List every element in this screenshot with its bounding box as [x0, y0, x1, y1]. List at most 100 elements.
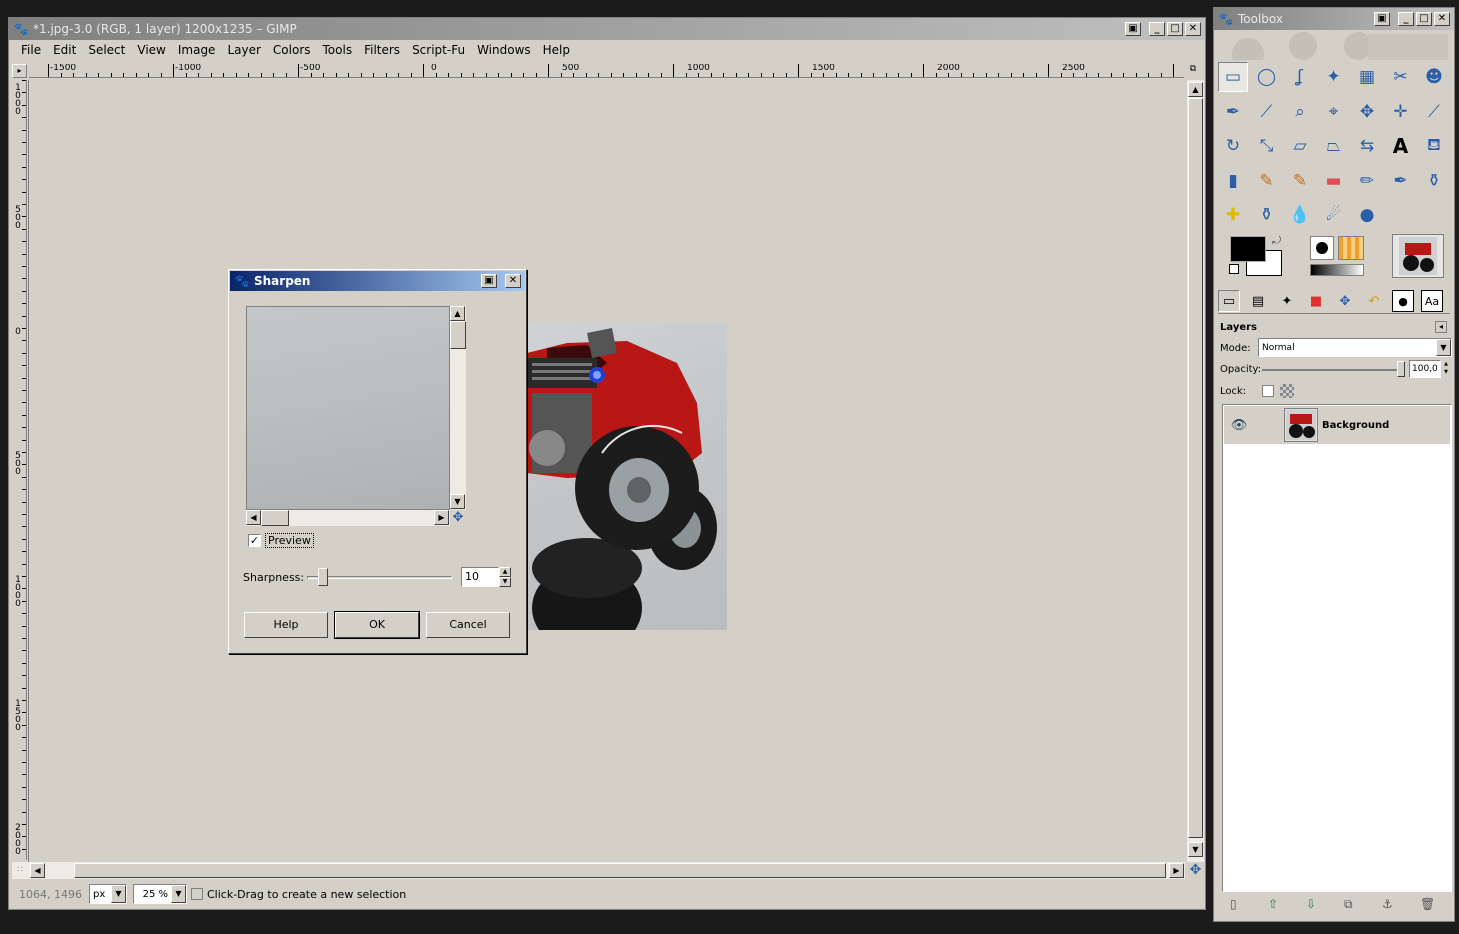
close-button[interactable]: ✕ [1434, 12, 1450, 26]
flip-icon[interactable]: ⇆ [1352, 131, 1382, 161]
bucket-fill-icon[interactable]: ⛾ [1419, 131, 1449, 161]
window-menu-button[interactable]: ▣ [1374, 12, 1390, 26]
sharpness-spinbutton[interactable]: 10 ▲ ▼ [461, 567, 511, 587]
scroll-right-button[interactable]: ▶ [1169, 863, 1184, 878]
help-button[interactable]: Help [244, 612, 328, 638]
perspective-clone-icon[interactable]: ⚱ [1252, 200, 1282, 230]
scroll-down-button[interactable]: ▼ [450, 494, 465, 509]
ellipse-select-icon[interactable]: ◯ [1252, 62, 1282, 92]
quick-mask-toggle[interactable]: ⧉ [1185, 64, 1201, 78]
color-select-icon[interactable]: ▦ [1352, 62, 1382, 92]
horizontal-scrollbar[interactable]: ∷ ◀ ▶ [12, 862, 1185, 879]
free-select-icon[interactable]: ʆ [1285, 62, 1315, 92]
move-icon[interactable]: ✥ [1352, 97, 1382, 127]
eye-icon[interactable]: 👁 [1224, 418, 1254, 433]
horizontal-ruler[interactable]: -1500 -1000 -500 0 500 1000 1500 2000 25… [29, 64, 1184, 78]
menu-layer[interactable]: Layer [221, 43, 266, 57]
foreground-select-icon[interactable]: ☻ [1419, 62, 1449, 92]
duplicate-layer-icon[interactable]: ⧉ [1344, 897, 1353, 912]
menu-file[interactable]: File [15, 43, 47, 57]
menu-colors[interactable]: Colors [267, 43, 317, 57]
spin-up-icon[interactable]: ▲ [499, 567, 511, 577]
zoom-selector[interactable]: 25 % ▼ [133, 884, 187, 904]
preview-vscroll-thumb[interactable] [450, 321, 466, 349]
histogram-tab-icon[interactable]: ✥ [1334, 290, 1356, 312]
delete-layer-icon[interactable]: 🗑 [1420, 897, 1435, 911]
active-brush-preview[interactable] [1310, 236, 1334, 260]
spin-down-icon[interactable]: ▼ [499, 577, 511, 587]
spin-arrows-icon[interactable]: ▲ ▼ [1441, 360, 1451, 378]
channels-tab-icon[interactable]: ▤ [1247, 290, 1269, 312]
zoom-icon[interactable]: ⌕ [1285, 97, 1315, 127]
minimize-button[interactable]: _ [1398, 12, 1414, 26]
paintbrush-icon[interactable]: ✎ [1285, 166, 1315, 196]
swap-colors-icon[interactable]: ⤾ [1272, 234, 1281, 248]
scroll-down-button[interactable]: ▼ [1188, 842, 1203, 857]
opacity-slider-thumb[interactable] [1397, 361, 1405, 377]
navigate-icon[interactable]: ✥ [1187, 862, 1204, 879]
fuzzy-select-icon[interactable]: ✦ [1319, 62, 1349, 92]
opacity-slider-track[interactable] [1262, 369, 1404, 371]
heal-icon[interactable]: ✚ [1218, 200, 1248, 230]
raise-layer-icon[interactable]: ⇧ [1268, 897, 1278, 911]
window-menu-button[interactable]: ▣ [1125, 22, 1141, 36]
align-icon[interactable]: ✛ [1386, 97, 1416, 127]
fonts-tab-icon[interactable]: Aa [1421, 290, 1443, 312]
layer-row[interactable]: 👁 Background [1224, 406, 1450, 444]
opacity-value[interactable]: 100,0 [1409, 360, 1441, 378]
dodge-burn-icon[interactable]: ● [1352, 200, 1382, 230]
ink-icon[interactable]: ✒ [1386, 166, 1416, 196]
measure-icon[interactable]: ⌖ [1319, 97, 1349, 127]
scroll-up-button[interactable]: ▲ [450, 306, 465, 321]
layer-name[interactable]: Background [1322, 420, 1389, 431]
anchor-layer-icon[interactable]: ⚓ [1382, 897, 1393, 911]
toolbox-titlebar[interactable]: 🐾 Toolbox ▣ _ □ ✕ [1214, 8, 1454, 30]
maximize-button[interactable]: □ [1167, 22, 1183, 36]
preview-hscroll-thumb[interactable] [261, 510, 289, 526]
wilber-drop-area[interactable] [1218, 32, 1450, 60]
scissors-icon[interactable]: ✂ [1386, 62, 1416, 92]
scale-icon[interactable]: ⤡ [1252, 131, 1282, 161]
shear-icon[interactable]: ▱ [1285, 131, 1315, 161]
menu-select[interactable]: Select [82, 43, 131, 57]
airbrush-icon[interactable]: ✏ [1352, 166, 1382, 196]
panel-menu-button[interactable]: ◂ [1435, 321, 1447, 333]
sharpness-value[interactable]: 10 [461, 567, 499, 587]
rect-select-icon[interactable]: ▭ [1218, 62, 1248, 92]
menu-view[interactable]: View [131, 43, 171, 57]
perspective-icon[interactable]: ⏢ [1319, 131, 1349, 161]
active-pattern-preview[interactable] [1338, 236, 1364, 260]
menu-help[interactable]: Help [537, 43, 576, 57]
maximize-button[interactable]: □ [1416, 12, 1432, 26]
menu-script-fu[interactable]: Script-Fu [406, 43, 471, 57]
pencil-icon[interactable]: ✎ [1252, 166, 1282, 196]
preview-toggle[interactable]: ✓ Preview [248, 533, 314, 548]
close-button[interactable]: ✕ [1185, 22, 1201, 36]
lower-layer-icon[interactable]: ⇩ [1306, 897, 1316, 911]
new-layer-icon[interactable]: ▯ [1230, 897, 1237, 911]
preview-hscrollbar[interactable]: ◀ ▶ [246, 510, 450, 526]
rotate-icon[interactable]: ↻ [1218, 131, 1248, 161]
preview-image[interactable] [246, 306, 450, 510]
scroll-right-button[interactable]: ▶ [434, 510, 449, 525]
layers-tab-icon[interactable]: ▭ [1218, 290, 1240, 312]
vertical-scroll-thumb[interactable] [1188, 98, 1203, 838]
image-window-titlebar[interactable]: 🐾 *1.jpg-3.0 (RGB, 1 layer) 1200x1235 – … [9, 18, 1205, 40]
blur-icon[interactable]: 💧 [1285, 200, 1315, 230]
minimize-button[interactable]: _ [1149, 22, 1165, 36]
cancel-action-icon[interactable] [191, 888, 203, 900]
brushes-tab-icon[interactable]: ● [1392, 290, 1414, 312]
horizontal-scroll-thumb[interactable] [74, 863, 1166, 878]
preview-vscrollbar[interactable]: ▲ ▼ [450, 306, 466, 510]
paths-icon[interactable]: ✒ [1218, 97, 1248, 127]
default-colors-icon[interactable] [1229, 264, 1239, 274]
vertical-ruler[interactable]: 1000 500 0 500 1000 1500 2000 [12, 80, 27, 860]
sharpen-titlebar[interactable]: 🐾 Sharpen ▣ ✕ [230, 271, 525, 291]
menu-windows[interactable]: Windows [471, 43, 537, 57]
opacity-spinbutton[interactable]: 100,0 ▲ ▼ [1409, 360, 1451, 378]
undo-tab-icon[interactable]: ↶ [1363, 290, 1385, 312]
scroll-up-button[interactable]: ▲ [1188, 82, 1203, 97]
active-image-thumbnail[interactable] [1392, 234, 1444, 278]
text-icon[interactable]: A [1386, 131, 1416, 161]
lock-alpha-checkbox[interactable] [1262, 385, 1274, 397]
